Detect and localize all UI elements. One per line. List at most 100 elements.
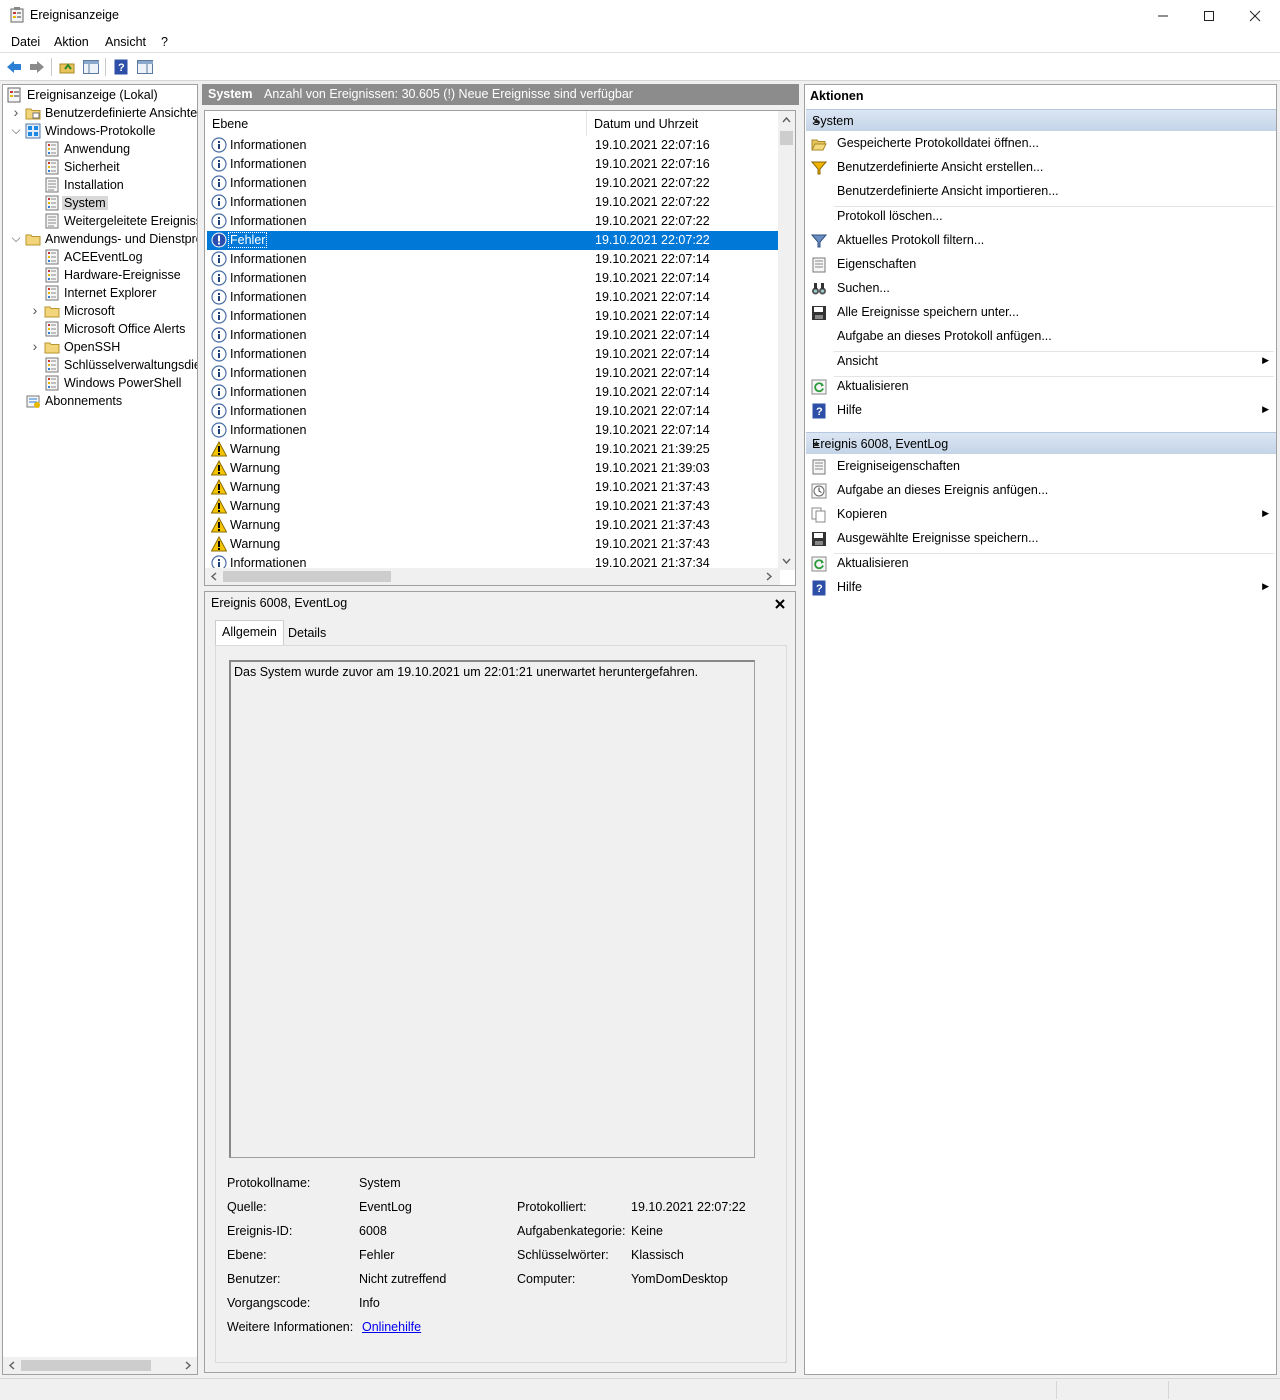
menu-ansicht[interactable]: Ansicht — [105, 35, 146, 49]
close-button[interactable] — [1232, 0, 1278, 31]
event-row[interactable]: Informationen 19.10.2021 22:07:14 — [207, 307, 779, 326]
tree-item-weitergeleitete-ereignisse[interactable]: Weitergeleitete Ereignisse — [3, 212, 197, 230]
event-row[interactable]: Informationen 19.10.2021 22:07:22 — [207, 193, 779, 212]
tree-item-sicherheit[interactable]: Sicherheit — [3, 158, 197, 176]
chevron-down-icon[interactable]: ⌵ — [11, 124, 21, 136]
tab-details[interactable]: Details — [282, 622, 332, 645]
action-item[interactable]: Aufgabe an dieses Ereignis anfügen... — [806, 480, 1276, 502]
action-item-label: Aufgabe an dieses Ereignis anfügen... — [837, 483, 1049, 497]
show-hide-tree-button[interactable] — [82, 58, 100, 76]
tree-item-microsoft-office-alerts[interactable]: Microsoft Office Alerts — [3, 320, 197, 338]
minimize-button[interactable] — [1140, 0, 1186, 31]
event-row[interactable]: Informationen 19.10.2021 22:07:14 — [207, 402, 779, 421]
toolbar-separator — [51, 58, 52, 76]
menu-aktion[interactable]: Aktion — [54, 35, 89, 49]
event-row[interactable]: Informationen 19.10.2021 22:07:14 — [207, 326, 779, 345]
action-item[interactable]: Protokoll löschen... — [806, 206, 1276, 228]
chevron-right-icon[interactable]: › — [30, 303, 40, 317]
chevron-right-icon[interactable]: › — [30, 339, 40, 353]
event-row[interactable]: Warnung 19.10.2021 21:37:43 — [207, 478, 779, 497]
action-item[interactable]: Aufgabe an dieses Protokoll anfügen... — [806, 326, 1276, 348]
action-item[interactable]: Aktuelles Protokoll filtern... — [806, 230, 1276, 252]
tree-item-windows-powershell[interactable]: Windows PowerShell — [3, 374, 197, 392]
event-level: Warnung — [230, 499, 281, 513]
event-row[interactable]: Informationen 19.10.2021 22:07:14 — [207, 345, 779, 364]
event-message-box[interactable]: Das System wurde zuvor am 19.10.2021 um … — [229, 660, 755, 1158]
action-item[interactable]: Gespeicherte Protokolldatei öffnen... — [806, 133, 1276, 155]
actions-section-header[interactable]: Ereignis 6008, EventLog ▲ — [806, 432, 1276, 454]
tab-allgemein[interactable]: Allgemein — [215, 620, 284, 646]
event-row[interactable]: Informationen 19.10.2021 22:07:22 — [207, 212, 779, 231]
forward-button[interactable] — [28, 58, 46, 76]
event-row[interactable]: Informationen 19.10.2021 22:07:14 — [207, 269, 779, 288]
protokollname-label: Protokollname: — [227, 1176, 311, 1190]
collapse-caret-icon[interactable]: ▲ — [812, 115, 1270, 125]
tree-item-abonnements[interactable]: Abonnements — [3, 392, 197, 410]
action-item[interactable]: Ansicht ▶ — [806, 351, 1276, 373]
tree-item-ereignisanzeige-lokal[interactable]: Ereignisanzeige (Lokal) — [3, 86, 197, 104]
event-row[interactable]: Informationen 19.10.2021 22:07:22 — [207, 174, 779, 193]
action-item[interactable]: ? Hilfe ▶ — [806, 400, 1276, 422]
tree-item-hardware-ereignisse[interactable]: Hardware-Ereignisse — [3, 266, 197, 284]
onlinehilfe-link[interactable]: Onlinehilfe — [362, 1320, 421, 1334]
maximize-button[interactable] — [1186, 0, 1232, 31]
tree-item-openssh[interactable]: › OpenSSH — [3, 338, 197, 356]
action-item[interactable]: Suchen... — [806, 278, 1276, 300]
action-item[interactable]: Ausgewählte Ereignisse speichern... — [806, 528, 1276, 550]
tree-item-benutzerdefinierte-ansichten[interactable]: › Benutzerdefinierte Ansichten — [3, 104, 197, 122]
event-row[interactable]: Warnung 19.10.2021 21:39:03 — [207, 459, 779, 478]
event-row[interactable]: Warnung 19.10.2021 21:37:43 — [207, 497, 779, 516]
tree-item-microsoft[interactable]: › Microsoft — [3, 302, 197, 320]
tree-item-schlüsselverwaltungsdienst[interactable]: Schlüsselverwaltungsdienst — [3, 356, 197, 374]
tree-item-installation[interactable]: Installation — [3, 176, 197, 194]
events-list[interactable]: Ebene Datum und Uhrzeit Informationen 19.… — [204, 110, 796, 586]
events-vertical-scrollbar[interactable] — [778, 111, 795, 570]
quelle-label: Quelle: — [227, 1200, 267, 1214]
tree-item-internet-explorer[interactable]: Internet Explorer — [3, 284, 197, 302]
column-header-datum[interactable]: Datum und Uhrzeit — [587, 111, 780, 136]
detail-close-button[interactable] — [775, 594, 785, 612]
up-button[interactable] — [58, 58, 76, 76]
actions-section-header[interactable]: System ▲ — [806, 109, 1276, 131]
collapse-caret-icon[interactable]: ▲ — [812, 438, 1270, 448]
action-item[interactable]: Aktualisieren — [806, 553, 1276, 575]
tree-item-windows-protokolle[interactable]: ⌵ Windows-Protokolle — [3, 122, 197, 140]
chevron-down-icon[interactable]: ⌵ — [11, 232, 21, 244]
event-row[interactable]: Warnung 19.10.2021 21:39:25 — [207, 440, 779, 459]
event-row[interactable]: Informationen 19.10.2021 22:07:14 — [207, 383, 779, 402]
back-button[interactable] — [5, 58, 23, 76]
event-row[interactable]: Fehler 19.10.2021 22:07:22 — [207, 231, 779, 250]
event-row[interactable]: Informationen 19.10.2021 22:07:14 — [207, 421, 779, 440]
column-header-ebene[interactable]: Ebene — [205, 111, 587, 136]
event-row[interactable]: Informationen 19.10.2021 22:07:14 — [207, 364, 779, 383]
action-item[interactable]: Alle Ereignisse speichern unter... — [806, 302, 1276, 324]
navigation-tree[interactable]: Ereignisanzeige (Lokal) › Benutzerdefinier… — [2, 84, 198, 1375]
event-row[interactable]: Informationen 19.10.2021 22:07:14 — [207, 288, 779, 307]
tree-horizontal-scrollbar[interactable] — [3, 1357, 197, 1374]
action-item[interactable]: Eigenschaften — [806, 254, 1276, 276]
event-row[interactable]: Warnung 19.10.2021 21:37:43 — [207, 535, 779, 554]
event-row[interactable]: Warnung 19.10.2021 21:37:43 — [207, 516, 779, 535]
event-row[interactable]: Informationen 19.10.2021 22:07:16 — [207, 155, 779, 174]
chevron-right-icon[interactable]: › — [11, 105, 21, 119]
event-row[interactable]: Informationen 19.10.2021 22:07:16 — [207, 136, 779, 155]
action-item[interactable]: Benutzerdefinierte Ansicht erstellen... — [806, 157, 1276, 179]
info-icon — [211, 365, 227, 381]
action-item[interactable]: ? Hilfe ▶ — [806, 577, 1276, 599]
action-item[interactable]: Ereigniseigenschaften — [806, 456, 1276, 478]
ereignis-id-value: 6008 — [359, 1224, 387, 1238]
show-hide-actions-button[interactable] — [136, 58, 154, 76]
menu-help[interactable]: ? — [161, 35, 168, 49]
tree-item-system[interactable]: System — [3, 194, 197, 212]
help-toolbar-button[interactable]: ? — [112, 58, 130, 76]
open-folder-icon — [811, 136, 827, 152]
events-horizontal-scrollbar[interactable] — [205, 568, 780, 585]
tree-item-anwendung[interactable]: Anwendung — [3, 140, 197, 158]
action-item[interactable]: Benutzerdefinierte Ansicht importieren..… — [806, 181, 1276, 203]
action-item[interactable]: Aktualisieren — [806, 376, 1276, 398]
event-row[interactable]: Informationen 19.10.2021 22:07:14 — [207, 250, 779, 269]
menu-datei[interactable]: Datei — [11, 35, 40, 49]
action-item[interactable]: Kopieren ▶ — [806, 504, 1276, 526]
tree-item-anwendungs-und-dienstprotokolle[interactable]: ⌵ Anwendungs- und Dienstprotokolle — [3, 230, 197, 248]
tree-item-aceeventlog[interactable]: ACEEventLog — [3, 248, 197, 266]
